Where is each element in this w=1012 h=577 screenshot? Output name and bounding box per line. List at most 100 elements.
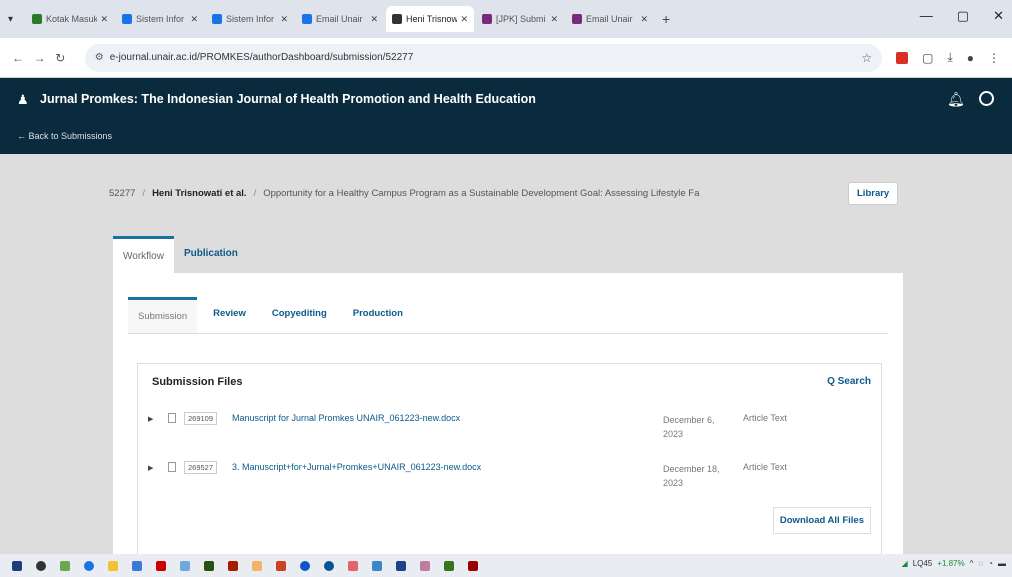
browser-tab[interactable]: Email Unair ✕: [296, 6, 384, 32]
stock-chart-icon: ◢: [901, 559, 908, 568]
browser-tab[interactable]: Email Unair ✕: [566, 6, 654, 32]
app-header: ♟ Jurnal Promkes: The Indonesian Journal…: [0, 78, 1012, 154]
forward-arrow-icon[interactable]: →: [34, 51, 56, 65]
file-type: Article Text: [743, 413, 787, 423]
tab-workflow[interactable]: Workflow: [113, 236, 174, 274]
file-name-link[interactable]: 3. Manuscript+for+Jurnal+Promkes+UNAIR_0…: [232, 462, 481, 472]
back-arrow-icon[interactable]: ←: [12, 51, 34, 65]
search-button[interactable]: Q Search: [827, 376, 871, 387]
reload-icon[interactable]: ↻: [55, 51, 77, 65]
favicon-icon: [482, 14, 492, 24]
favicon-icon: [212, 14, 222, 24]
app-icon[interactable]: [60, 560, 70, 571]
browser-tab-active[interactable]: Heni Trisnow ✕: [386, 6, 474, 32]
close-icon[interactable]: ✕: [550, 14, 558, 25]
app-icon[interactable]: [84, 560, 94, 571]
search-icon[interactable]: [36, 560, 46, 571]
app-icon[interactable]: [444, 560, 454, 571]
new-tab-icon[interactable]: +: [662, 11, 670, 27]
workflow-panel: Submission Review Copyediting Production…: [113, 273, 903, 558]
tray-chevron-icon[interactable]: ^: [970, 559, 974, 568]
stock-ticker[interactable]: LQ45: [913, 559, 933, 568]
window-close-icon[interactable]: ✕: [993, 8, 1004, 24]
submission-files-title: Submission Files: [152, 376, 243, 388]
browser-tab[interactable]: [JPK] Submi ✕: [476, 6, 564, 32]
app-icon[interactable]: [252, 560, 262, 571]
file-date: December 6, 2023: [663, 415, 715, 439]
app-icon[interactable]: [156, 560, 166, 571]
table-row: ▶ 269109 Manuscript for Jurnal Promkes U…: [148, 411, 863, 451]
browser-tab[interactable]: Sistem Infor ✕: [116, 6, 204, 32]
tab-production[interactable]: Production: [343, 297, 413, 333]
browser-tab[interactable]: Sistem Infor ✕: [206, 6, 294, 32]
app-icon[interactable]: [348, 560, 358, 571]
site-info-icon[interactable]: ⚙: [95, 52, 104, 63]
app-icon[interactable]: [276, 560, 286, 571]
app-icon[interactable]: [180, 560, 190, 571]
close-icon[interactable]: ✕: [100, 14, 108, 25]
file-icon: [168, 413, 176, 423]
expand-triangle-icon[interactable]: ▶: [148, 464, 153, 472]
minimize-icon[interactable]: —: [920, 8, 933, 24]
expand-triangle-icon[interactable]: ▶: [148, 415, 153, 423]
close-icon[interactable]: ✕: [640, 14, 648, 25]
favicon-icon: [392, 14, 402, 24]
app-icon[interactable]: [204, 560, 214, 571]
tab-submission[interactable]: Submission: [128, 297, 198, 333]
close-icon[interactable]: ✕: [460, 14, 468, 25]
user-account-icon[interactable]: [979, 91, 994, 106]
journal-title: Jurnal Promkes: The Indonesian Journal o…: [40, 92, 536, 106]
app-icon[interactable]: [372, 560, 382, 571]
app-icon[interactable]: [132, 560, 142, 571]
maximize-icon[interactable]: ▢: [957, 8, 969, 24]
app-icon[interactable]: [420, 560, 430, 571]
url-text[interactable]: e-journal.unair.ac.id/PROMKES/authorDash…: [110, 52, 862, 63]
app-icon[interactable]: [300, 560, 310, 571]
app-icon[interactable]: [324, 560, 334, 571]
site-logo-icon[interactable]: ♟: [17, 92, 29, 108]
file-id: 269109: [184, 412, 218, 425]
tab-review[interactable]: Review: [203, 297, 256, 333]
close-icon[interactable]: ✕: [370, 14, 378, 25]
favicon-icon: [572, 14, 582, 24]
more-menu-icon[interactable]: ⋮: [988, 51, 1000, 65]
file-type: Article Text: [743, 462, 787, 472]
app-icon[interactable]: [228, 560, 238, 571]
profile-icon[interactable]: ●: [967, 51, 974, 65]
app-icon[interactable]: [396, 560, 406, 571]
workflow-stage-tabs: Submission Review Copyediting Production: [128, 297, 419, 333]
divider: [128, 333, 888, 334]
tab-copyediting[interactable]: Copyediting: [262, 297, 337, 333]
app-icon[interactable]: [108, 560, 118, 571]
os-taskbar: ◢ LQ45 +1.87% ^ ◌ ◔ ▬: [0, 554, 1012, 577]
browser-tab[interactable]: Kotak Masuk ✕: [26, 6, 114, 32]
extensions-puzzle-icon[interactable]: ▢: [922, 51, 933, 65]
download-icon[interactable]: ⤓: [947, 50, 952, 65]
close-icon[interactable]: ✕: [280, 14, 288, 25]
tab-search-icon[interactable]: ▾: [8, 14, 26, 25]
back-to-submissions-link[interactable]: ← Back to Submissions: [17, 131, 112, 141]
notification-bell-icon[interactable]: 🔔︎: [947, 91, 965, 108]
main-content: 52277 / Heni Trisnowati et al. / Opportu…: [0, 154, 1012, 558]
volume-icon[interactable]: ◔: [988, 559, 993, 568]
pdf-extension-icon[interactable]: [896, 51, 909, 64]
tab-publication[interactable]: Publication: [174, 236, 248, 274]
submission-files-panel: Submission Files Q Search ▶ 269109 Manus…: [137, 363, 882, 558]
url-bar[interactable]: ⚙ e-journal.unair.ac.id/PROMKES/authorDa…: [84, 43, 883, 72]
library-button[interactable]: Library: [848, 182, 899, 205]
favicon-icon: [122, 14, 132, 24]
submission-title: Opportunity for a Healthy Campus Program…: [263, 188, 700, 199]
close-icon[interactable]: ✕: [190, 14, 198, 25]
start-icon[interactable]: [12, 560, 22, 571]
table-row: ▶ 269527 3. Manuscript+for+Jurnal+Promke…: [148, 460, 863, 500]
submission-breadcrumb: 52277 / Heni Trisnowati et al. / Opportu…: [109, 188, 909, 199]
battery-icon[interactable]: ▬: [998, 559, 1006, 568]
breadcrumb-separator: /: [253, 188, 257, 199]
system-tray: ◢ LQ45 +1.87% ^ ◌ ◔ ▬: [902, 559, 1006, 568]
app-icon[interactable]: [468, 560, 478, 571]
file-name-link[interactable]: Manuscript for Jurnal Promkes UNAIR_0612…: [232, 413, 460, 423]
download-all-files-button[interactable]: Download All Files: [772, 507, 871, 534]
file-icon: [168, 462, 176, 472]
network-icon[interactable]: ◌: [978, 559, 983, 568]
bookmark-star-icon[interactable]: ☆: [861, 51, 872, 65]
